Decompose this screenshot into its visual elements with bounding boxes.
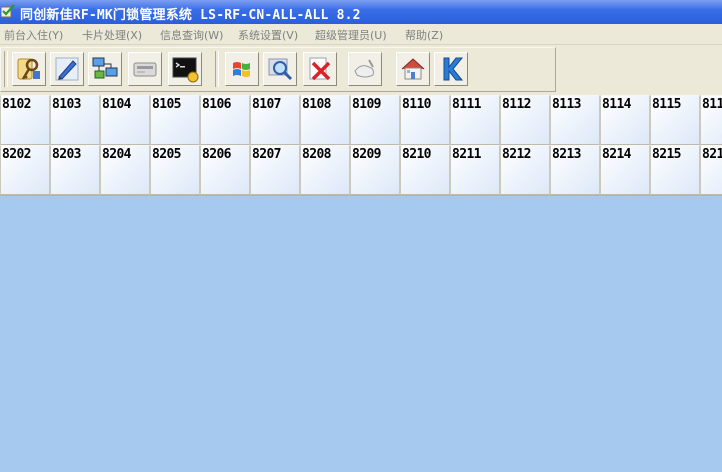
window-title: 同创新佳RF-MK门锁管理系统 LS-RF-CN-ALL-ALL 8.2 (20, 8, 361, 23)
room-cell[interactable]: 8104 (100, 95, 150, 145)
room-number: 8109 (352, 97, 382, 112)
room-cell[interactable]: 8209 (350, 145, 400, 195)
room-cell[interactable]: 8108 (300, 95, 350, 145)
windows-button[interactable] (225, 52, 259, 86)
room-number: 8208 (302, 147, 332, 162)
key-card-button[interactable] (12, 52, 46, 86)
network-button[interactable] (88, 52, 122, 86)
room-cell[interactable]: 8204 (100, 145, 150, 195)
room-cell[interactable]: 8205 (150, 145, 200, 195)
room-cell[interactable]: 8215 (650, 145, 700, 195)
room-cell[interactable]: 8111 (450, 95, 500, 145)
room-number: 8103 (52, 97, 82, 112)
terminal-icon (172, 57, 199, 83)
room-cell[interactable]: 8114 (600, 95, 650, 145)
room-number: 8216 (702, 147, 722, 162)
room-cell[interactable]: 8109 (350, 95, 400, 145)
room-cell[interactable]: 8214 (600, 145, 650, 195)
delete-x-icon (309, 57, 331, 81)
room-cell[interactable]: 8211 (450, 145, 500, 195)
room-cell[interactable]: 8206 (200, 145, 250, 195)
home-button[interactable] (396, 52, 430, 86)
menu-checkin[interactable]: 前台入住(Y) (4, 27, 63, 43)
search-icon (268, 58, 293, 81)
terminal-button[interactable] (168, 52, 202, 86)
room-number: 8206 (202, 147, 232, 162)
room-cell[interactable]: 8107 (250, 95, 300, 145)
card-reader-button[interactable] (128, 52, 162, 86)
room-number: 8214 (602, 147, 632, 162)
room-cell[interactable]: 8110 (400, 95, 450, 145)
room-cell[interactable]: 8115 (650, 95, 700, 145)
room-number: 8202 (2, 147, 32, 162)
toolbar (0, 45, 722, 95)
room-cell[interactable]: 8208 (300, 145, 350, 195)
room-number: 8212 (502, 147, 532, 162)
room-number: 8107 (252, 97, 282, 112)
room-cell[interactable]: 8207 (250, 145, 300, 195)
menu-super-admin[interactable]: 超级管理员(U) (315, 27, 387, 43)
room-cell[interactable]: 8210 (400, 145, 450, 195)
card-reader-icon (133, 62, 157, 77)
room-number: 8211 (452, 147, 482, 162)
menu-help[interactable]: 帮助(Z) (405, 27, 443, 43)
room-number: 8207 (252, 147, 282, 162)
room-cell[interactable]: 8212 (500, 145, 550, 195)
room-cell[interactable]: 8106 (200, 95, 250, 145)
room-number: 8213 (552, 147, 582, 162)
k-logo-button[interactable] (434, 52, 468, 86)
room-number: 8114 (602, 97, 632, 112)
room-number: 8215 (652, 147, 682, 162)
menu-info-query[interactable]: 信息查询(W) (160, 27, 223, 43)
toolbar-separator (215, 51, 219, 87)
home-icon (401, 58, 425, 80)
room-cell[interactable]: 8102 (0, 95, 50, 145)
title-bar[interactable]: 同创新佳RF-MK门锁管理系统 LS-RF-CN-ALL-ALL 8.2 (0, 0, 722, 24)
room-number: 8110 (402, 97, 432, 112)
room-cell[interactable]: 8216 (700, 145, 722, 195)
app-check-icon (1, 4, 15, 18)
eraser-icon (354, 59, 374, 78)
search-button[interactable] (263, 52, 297, 86)
room-number: 8116 (702, 97, 722, 112)
room-cell[interactable]: 8112 (500, 95, 550, 145)
room-cell[interactable]: 8203 (50, 145, 100, 195)
room-number: 8112 (502, 97, 532, 112)
toolbar-grip[interactable] (4, 51, 8, 87)
room-cell[interactable]: 8113 (550, 95, 600, 145)
room-number: 8104 (102, 97, 132, 112)
room-number: 8102 (2, 97, 32, 112)
menu-card-processing[interactable]: 卡片处理(X) (82, 27, 142, 43)
network-computers-icon (92, 57, 118, 79)
windows-flag-icon (233, 62, 250, 77)
pen-icon (55, 57, 79, 81)
room-number: 8209 (352, 147, 382, 162)
room-number: 8203 (52, 147, 82, 162)
room-cell[interactable]: 8213 (550, 145, 600, 195)
k-logo-icon (443, 57, 464, 81)
room-number: 8108 (302, 97, 332, 112)
room-cell[interactable]: 8116 (700, 95, 722, 145)
menu-bar: 前台入住(Y) 卡片处理(X) 信息查询(W) 系统设置(V) 超级管理员(U)… (0, 24, 722, 45)
room-number: 8205 (152, 147, 182, 162)
room-cell[interactable]: 8103 (50, 95, 100, 145)
room-grid: 8102 8103 8104 8105 8106 8107 8108 8109 8110 8111… (0, 95, 722, 196)
room-cell[interactable]: 8202 (0, 145, 50, 195)
pen-button[interactable] (50, 52, 84, 86)
room-number: 8111 (452, 97, 482, 112)
menu-system-settings[interactable]: 系统设置(V) (238, 27, 298, 43)
room-number: 8115 (652, 97, 682, 112)
room-number: 8210 (402, 147, 432, 162)
room-cell[interactable]: 8105 (150, 95, 200, 145)
room-number: 8105 (152, 97, 182, 112)
delete-button[interactable] (303, 52, 337, 86)
room-number: 8113 (552, 97, 582, 112)
room-number: 8204 (102, 147, 132, 162)
eraser-button[interactable] (348, 52, 382, 86)
room-number: 8106 (202, 97, 232, 112)
key-card-icon (17, 58, 40, 80)
